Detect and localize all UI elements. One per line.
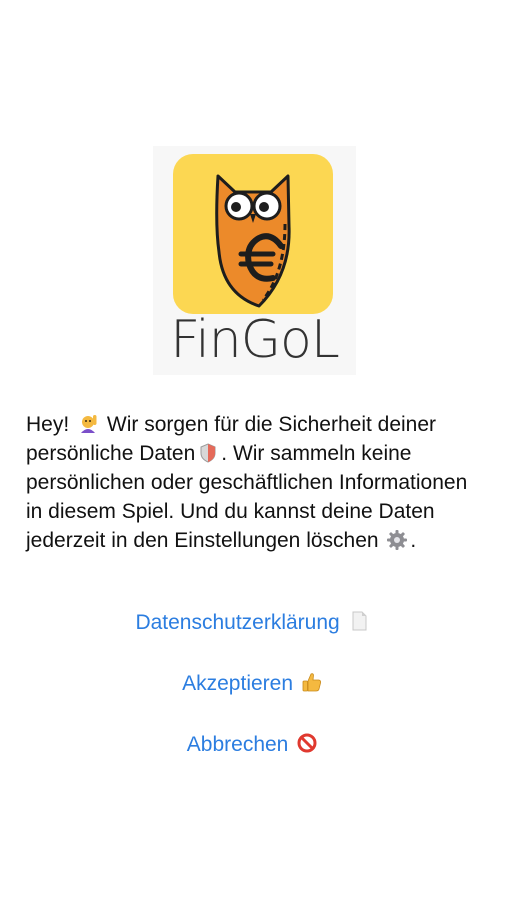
gear-icon (386, 529, 408, 551)
privacy-policy-label: Datenschutzerklärung (135, 611, 340, 634)
cancel-label: Abbrechen (186, 733, 289, 756)
cancel-button[interactable]: Abbrechen (0, 730, 507, 760)
message-greeting: Hey! (26, 413, 70, 436)
accept-label: Akzeptieren (182, 672, 294, 695)
privacy-message: Hey! Wir sorgen für die Sicherheit deine… (26, 410, 486, 555)
prohibited-icon (296, 732, 318, 754)
shield-icon (197, 442, 219, 464)
privacy-consent-screen: FinGoL Hey! Wir sorgen für die Sicherhei… (0, 0, 507, 900)
app-wordmark: FinGoL (170, 310, 340, 370)
raising-hand-icon (77, 413, 99, 435)
privacy-policy-link[interactable]: Datenschutzerklärung (0, 608, 507, 638)
document-icon (348, 610, 370, 632)
owl-euro-icon (173, 154, 333, 314)
app-logo: FinGoL (153, 146, 356, 375)
thumbs-up-icon (301, 671, 323, 693)
accept-button[interactable]: Akzeptieren (0, 669, 507, 699)
action-list: Datenschutzerklärung Akzeptieren Abbrech… (0, 608, 507, 760)
message-end: . (410, 529, 417, 552)
